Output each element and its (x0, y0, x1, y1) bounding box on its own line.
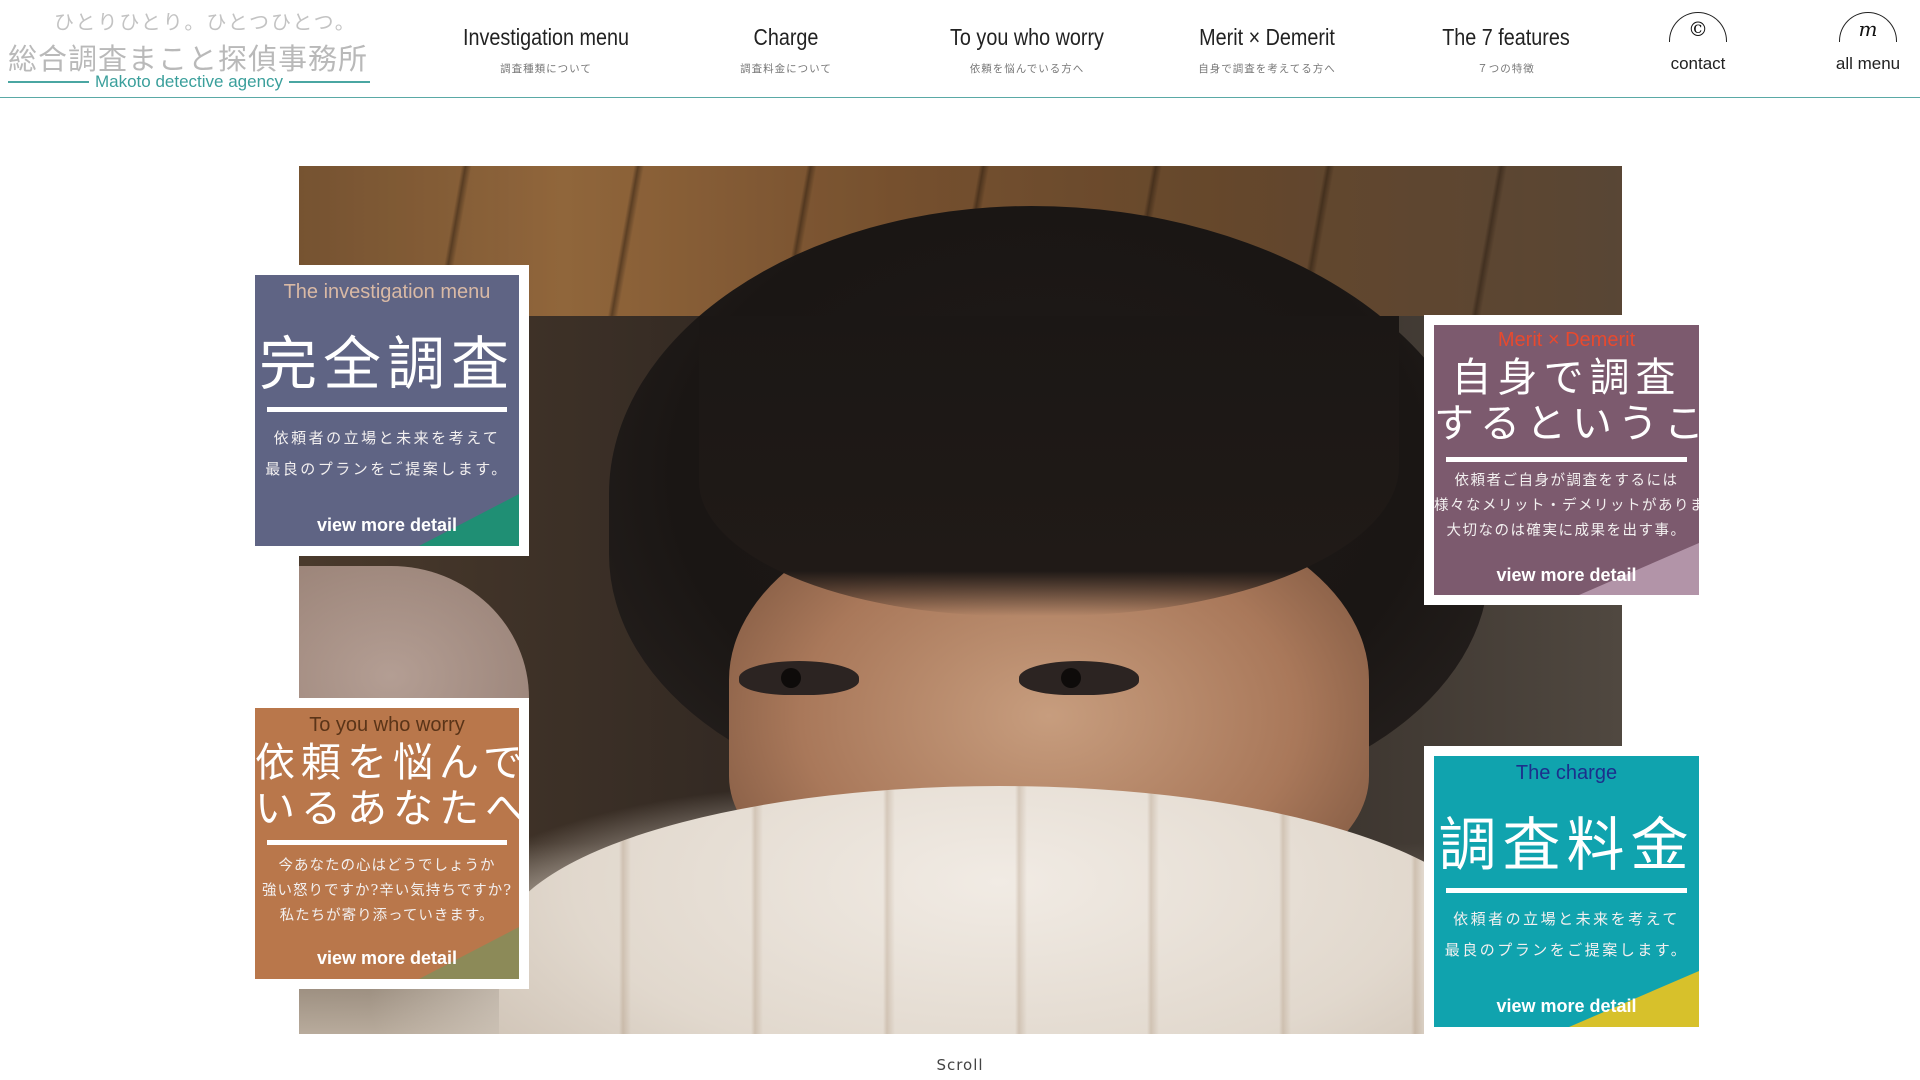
card-description-line: 最良のプランをご提案します。 (265, 460, 509, 478)
card-title: 完全調査 (258, 330, 515, 398)
hero-left-eye (739, 661, 859, 695)
card-title-line: するということ (1434, 401, 1699, 447)
nav-label: The 7 features (1442, 24, 1570, 50)
card-description: 依頼者ご自身が調査をするには 様々なメリット・デメリットがあります。 大切なのは… (1434, 469, 1699, 544)
card-title: 依頼を悩んで いるあなたへ (255, 740, 519, 832)
card-description-line: 依頼者の立場と未来を考えて (273, 429, 501, 447)
card-divider (267, 407, 507, 412)
card-description: 今あなたの心はどうでしょうか 強い怒りですか?辛い気持ちですか? 私たちが寄り添… (255, 854, 519, 929)
nav-label: Merit × Demerit (1199, 24, 1335, 50)
nav-merit-demerit[interactable]: Merit × Demerit 自身で調査を考えてる方へ (1157, 24, 1377, 76)
card-divider (267, 840, 507, 845)
card-description-line: 最良のプランをご提案します。 (1444, 941, 1689, 959)
card-title-line: 依頼を悩んで (255, 740, 519, 786)
hero-right-eye (1019, 661, 1139, 695)
logo-divider-right (289, 81, 370, 83)
nav-7-features[interactable]: The 7 features ７つの特徴 (1396, 24, 1616, 76)
all-menu-button[interactable]: m all menu (1818, 12, 1918, 74)
logo-tagline: ひとりひとり。ひとつひとつ。 (54, 10, 357, 34)
nav-label: Charge (753, 24, 819, 50)
logo-english-name: Makoto detective agency (94, 72, 284, 91)
contact-label: contact (1670, 54, 1726, 73)
nav-label: Investigation menu (462, 24, 630, 50)
card-charge[interactable]: The charge 調査料金 依頼者の立場と未来を考えて 最良のプランをご提案… (1424, 746, 1709, 1037)
nav-charge[interactable]: Charge 調査料金について (676, 24, 896, 76)
card-divider (1446, 888, 1687, 893)
card-body: The investigation menu 完全調査 依頼者の立場と未来を考え… (255, 275, 519, 546)
hero-bangs (699, 316, 1399, 616)
nav-sublabel: 調査種類について (500, 63, 592, 75)
view-more-detail-link[interactable]: view more detail (255, 515, 519, 536)
card-to-you-who-worry[interactable]: To you who worry 依頼を悩んで いるあなたへ 今あなたの心はどう… (245, 698, 529, 989)
view-more-detail-link[interactable]: view more detail (1434, 565, 1699, 586)
card-english-heading: Merit × Demerit (1497, 329, 1636, 351)
card-english-heading: To you who worry (309, 714, 465, 736)
nav-sublabel: ７つの特徴 (1477, 63, 1535, 75)
card-description: 依頼者の立場と未来を考えて 最良のプランをご提案します。 (1434, 904, 1699, 966)
card-description-line: 今あなたの心はどうでしょうか (278, 858, 496, 874)
nav-sublabel: 調査料金について (740, 63, 832, 75)
card-description-line: 大切なのは確実に成果を出す事。 (1446, 523, 1687, 539)
site-logo[interactable]: ひとりひとり。ひとつひとつ。 総合調査まこと探偵事務所 Makoto detec… (8, 6, 370, 92)
card-description-line: 私たちが寄り添っていきます。 (279, 908, 495, 924)
nav-to-you-who-worry[interactable]: To you who worry 依頼を悩んでいる方へ (917, 24, 1137, 76)
card-merit-demerit[interactable]: Merit × Demerit 自身で調査 するということ 依頼者ご自身が調査を… (1424, 315, 1709, 605)
card-investigation-menu[interactable]: The investigation menu 完全調査 依頼者の立場と未来を考え… (245, 265, 529, 556)
scroll-indicator[interactable]: Scroll (910, 1056, 1010, 1074)
card-english-heading: The charge (1515, 762, 1618, 784)
logo-english-row: Makoto detective agency (8, 72, 370, 92)
card-body: To you who worry 依頼を悩んで いるあなたへ 今あなたの心はどう… (255, 708, 519, 979)
card-body: The charge 調査料金 依頼者の立場と未来を考えて 最良のプランをご提案… (1434, 756, 1699, 1027)
card-divider (1446, 457, 1687, 462)
card-description-line: 様々なメリット・デメリットがあります。 (1434, 498, 1699, 514)
nav-investigation-menu[interactable]: Investigation menu 調査種類について (436, 24, 656, 76)
card-title-line: いるあなたへ (255, 786, 519, 832)
card-title-line: 自身で調査 (1451, 355, 1682, 401)
card-description-line: 依頼者の立場と未来を考えて (1453, 910, 1680, 928)
view-more-detail-link[interactable]: view more detail (255, 948, 519, 969)
nav-label: To you who worry (950, 24, 1104, 50)
contact-c-icon: © (1669, 12, 1727, 42)
card-english-heading: The investigation menu (283, 281, 491, 303)
nav-sublabel: 自身で調査を考えてる方へ (1198, 63, 1336, 75)
contact-button[interactable]: © contact (1648, 12, 1748, 74)
all-menu-label: all menu (1835, 54, 1901, 73)
nav-sublabel: 依頼を悩んでいる方へ (969, 63, 1085, 75)
card-description-line: 依頼者ご自身が調査をするには (1454, 473, 1679, 489)
site-header: ひとりひとり。ひとつひとつ。 総合調査まこと探偵事務所 Makoto detec… (0, 0, 1920, 98)
card-description-line: 強い怒りですか?辛い気持ちですか? (261, 883, 513, 899)
view-more-detail-link[interactable]: view more detail (1434, 996, 1699, 1017)
logo-divider-left (8, 81, 89, 83)
menu-m-icon: m (1839, 12, 1897, 42)
card-title: 調査料金 (1438, 811, 1695, 879)
card-body: Merit × Demerit 自身で調査 するということ 依頼者ご自身が調査を… (1434, 325, 1699, 595)
card-title: 自身で調査 するということ (1434, 355, 1699, 447)
card-description: 依頼者の立場と未来を考えて 最良のプランをご提案します。 (255, 423, 519, 485)
